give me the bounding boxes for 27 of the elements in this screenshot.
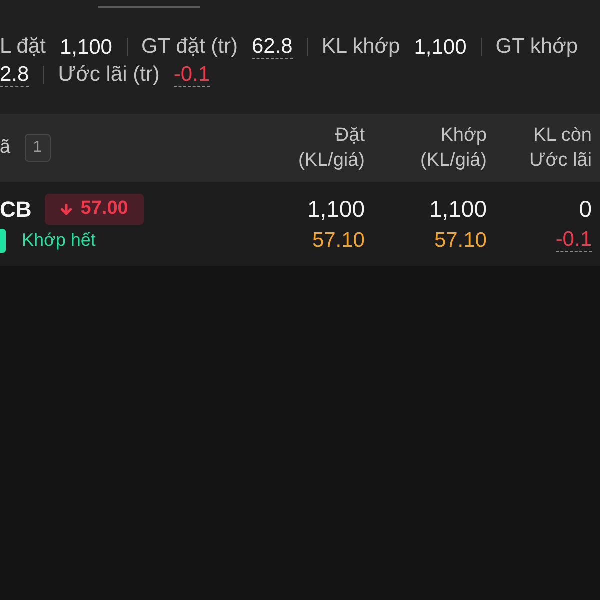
summary-value: 2.8 [0, 63, 30, 87]
column-subtitle: (KL/giá) [298, 149, 365, 173]
quantity-value: 1,100 [429, 195, 487, 224]
stock-symbol: CB [0, 196, 32, 224]
summary-label: GT đặt (tr) [142, 34, 238, 60]
summary-value: 62.8 [252, 35, 293, 59]
quantity-value: 0 [579, 195, 592, 224]
summary-value: 1,100 [60, 36, 112, 58]
summary-label: GT khớp [496, 34, 578, 60]
column-subtitle: (KL/giá) [420, 149, 487, 173]
summary-label: Ước lãi (tr) [58, 62, 160, 88]
code-header: ã [0, 136, 11, 160]
price-value: 57.10 [434, 230, 487, 252]
price-value: 57.10 [312, 230, 365, 252]
count-badge: 1 [24, 134, 51, 162]
column-subtitle: Ước lãi [530, 149, 592, 173]
quantity-value: 1,100 [307, 195, 365, 224]
column-title: KL còn [534, 124, 592, 148]
summary-value: 1,100 [414, 36, 467, 58]
column-title: Đặt [335, 124, 365, 148]
profit-value: -0.1 [556, 229, 592, 252]
price-badge: 57.00 [44, 194, 144, 225]
summary-value: -0.1 [174, 63, 210, 87]
column-title: Khớp [440, 124, 487, 148]
summary-label: KL khớp [322, 34, 400, 60]
summary-label: L đặt [0, 34, 46, 60]
order-status: Khớp hết [22, 229, 96, 252]
